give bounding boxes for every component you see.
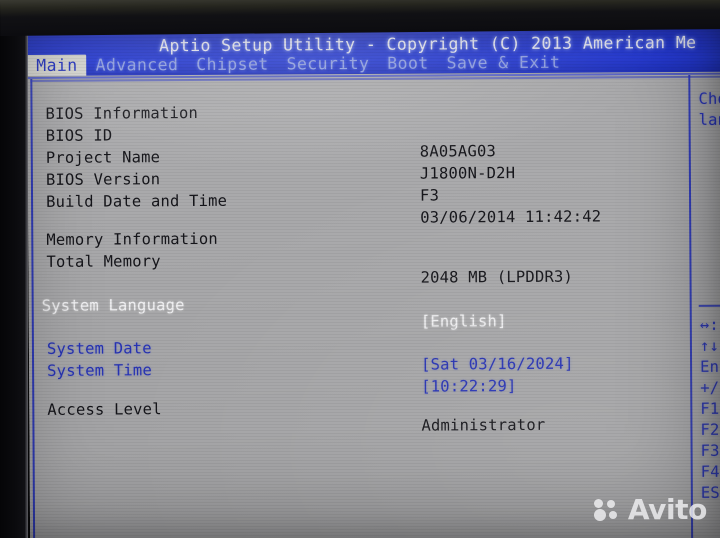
tab-chipset[interactable]: Chipset	[187, 53, 277, 76]
monitor-bezel-edge	[25, 30, 28, 538]
avito-watermark: Avito	[593, 493, 708, 526]
row-system-language[interactable]: System Language [English]	[29, 275, 689, 331]
help-description: Choose the system default language	[698, 89, 720, 129]
tab-security[interactable]: Security	[278, 53, 379, 76]
help-key-legend: ↔: Select Screen ↑↓: Select Item Enter: …	[699, 315, 720, 502]
row-total-memory: Total Memory 2048 MB (LPDDR3)	[46, 252, 574, 287]
tab-boot[interactable]: Boot	[378, 52, 437, 74]
row-build-date-and-time: Build Date and Time 03/06/2014 11:42:42	[46, 191, 602, 227]
help-panel: Choose the system default language ↔: Se…	[692, 75, 720, 538]
row-access-level: Access Level Administrator	[47, 400, 546, 435]
avito-watermark-text: Avito	[627, 493, 708, 526]
tab-advanced[interactable]: Advanced	[87, 54, 188, 76]
help-separator	[698, 303, 720, 307]
bios-screen: Aptio Setup Utility - Copyright (C) 2013…	[27, 23, 720, 538]
menu-tab-bar[interactable]: Main Advanced Chipset Security Boot Save & Ex…	[27, 52, 569, 76]
row-system-time[interactable]: System Time [10:22:29]	[29, 340, 689, 395]
value-access-level: Administrator	[421, 415, 546, 435]
avito-logo-icon	[593, 499, 621, 521]
tab-main[interactable]: Main	[27, 54, 87, 76]
settings-panel: BIOS Information BIOS ID 8A05AG03 Projec…	[27, 75, 690, 538]
tab-save-and-exit[interactable]: Save & Exit	[438, 52, 570, 75]
bios-photo: Aptio Setup Utility - Copyright (C) 2013…	[0, 0, 720, 538]
bios-body: BIOS Information BIOS ID 8A05AG03 Projec…	[27, 74, 720, 538]
monitor-bezel-left	[0, 0, 27, 538]
